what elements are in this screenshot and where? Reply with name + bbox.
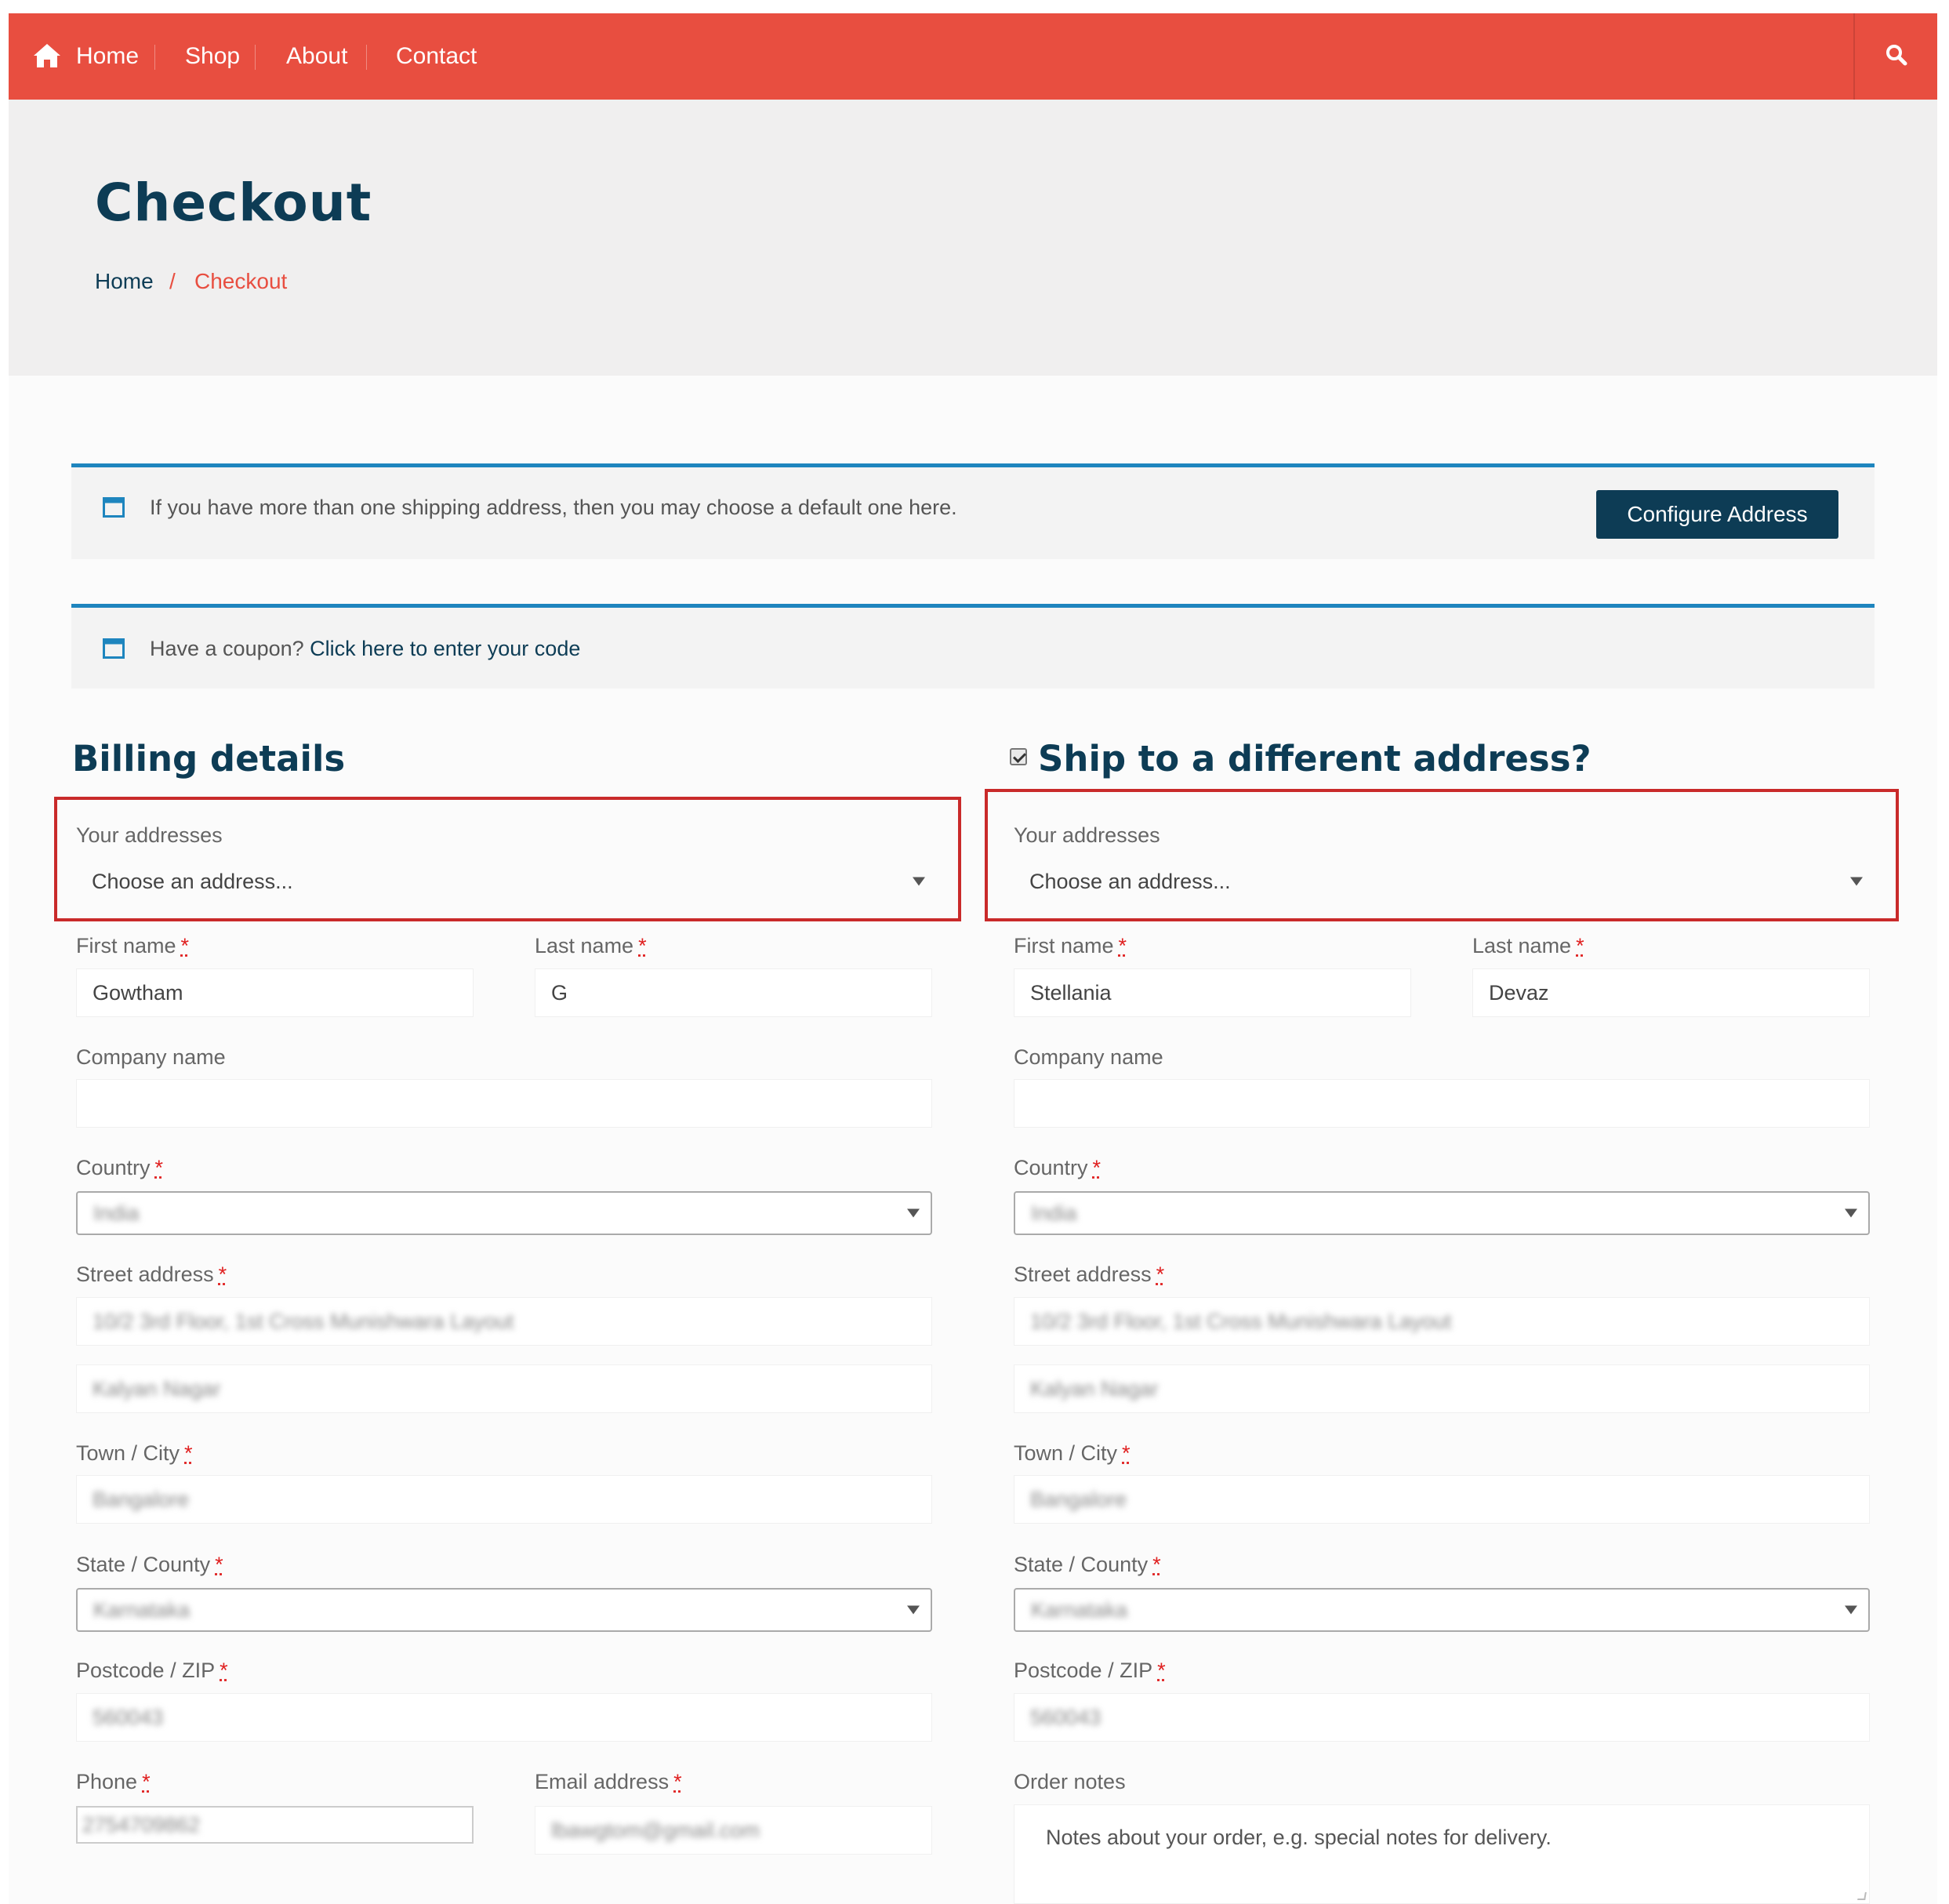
- billing-company-field[interactable]: [76, 1079, 932, 1128]
- shipping-city-field[interactable]: Bangalore: [1014, 1475, 1870, 1524]
- billing-state-select[interactable]: Karnataka: [76, 1588, 932, 1632]
- billing-street-2-field[interactable]: Kalyan Nagar: [76, 1364, 932, 1413]
- shipping-country-select[interactable]: India: [1014, 1191, 1870, 1235]
- coupon-notice-text: Have a coupon? Click here to enter your …: [150, 637, 580, 661]
- shipping-postcode-field[interactable]: 560043: [1014, 1693, 1870, 1742]
- breadcrumb-current: Checkout: [194, 269, 288, 293]
- nav-contact[interactable]: Contact: [396, 13, 477, 100]
- nav-divider: [366, 45, 367, 70]
- billing-company-label: Company name: [76, 1045, 226, 1069]
- chevron-down-icon: [1845, 1605, 1857, 1615]
- shipping-first-name-field[interactable]: Stellania: [1014, 968, 1411, 1017]
- billing-last-name-field[interactable]: G: [535, 968, 932, 1017]
- shipping-first-name-label: First name *: [1014, 934, 1127, 957]
- shipping-last-name-field[interactable]: Devaz: [1472, 968, 1870, 1017]
- billing-street-1-field[interactable]: 10/2 3rd Floor, 1st Cross Munishwara Lay…: [76, 1297, 932, 1346]
- shipping-street-label: Street address *: [1014, 1263, 1165, 1286]
- chevron-down-icon: [1845, 1208, 1857, 1218]
- billing-city-label: Town / City *: [76, 1441, 193, 1465]
- window-icon: [103, 638, 125, 659]
- billing-address-select[interactable]: Choose an address...: [76, 857, 936, 906]
- address-notice-text: If you have more than one shipping addre…: [150, 496, 957, 519]
- billing-email-label: Email address *: [535, 1770, 682, 1793]
- shipping-postcode-label: Postcode / ZIP *: [1014, 1659, 1166, 1682]
- shipping-company-label: Company name: [1014, 1045, 1163, 1069]
- billing-last-name-label: Last name *: [535, 934, 647, 957]
- billing-state-label: State / County *: [76, 1553, 223, 1576]
- order-notes-textarea[interactable]: Notes about your order, e.g. special not…: [1014, 1804, 1870, 1904]
- shipping-title: Ship to a different address?: [1038, 738, 1592, 779]
- billing-country-label: Country *: [76, 1156, 164, 1179]
- billing-city-field[interactable]: Bangalore: [76, 1475, 932, 1524]
- shipping-state-select[interactable]: Karnataka: [1014, 1588, 1870, 1632]
- chevron-down-icon: [913, 877, 925, 886]
- billing-postcode-label: Postcode / ZIP *: [76, 1659, 228, 1682]
- chevron-down-icon: [907, 1605, 920, 1615]
- nav-about[interactable]: About: [286, 13, 347, 100]
- billing-postcode-field[interactable]: 560043: [76, 1693, 932, 1742]
- billing-title: Billing details: [72, 738, 346, 779]
- shipping-company-field[interactable]: [1014, 1079, 1870, 1128]
- search-icon: [1886, 45, 1907, 66]
- search-button[interactable]: [1853, 13, 1937, 100]
- ship-different-checkbox[interactable]: [1010, 748, 1027, 765]
- coupon-question: Have a coupon?: [150, 637, 304, 660]
- coupon-notice: Have a coupon? Click here to enter your …: [71, 604, 1875, 689]
- billing-first-name-field[interactable]: Gowtham: [76, 968, 474, 1017]
- page-title: Checkout: [95, 173, 372, 233]
- address-notice: If you have more than one shipping addre…: [71, 463, 1875, 559]
- billing-address-select-value: Choose an address...: [92, 869, 293, 893]
- page-header: Checkout Home / Checkout: [9, 100, 1937, 376]
- order-notes-label: Order notes: [1014, 1770, 1126, 1793]
- shipping-street-1-field[interactable]: 10/2 3rd Floor, 1st Cross Munishwara Lay…: [1014, 1297, 1870, 1346]
- home-icon[interactable]: [32, 42, 62, 70]
- breadcrumb-separator: /: [169, 269, 176, 293]
- configure-address-button[interactable]: Configure Address: [1596, 490, 1838, 539]
- chevron-down-icon: [1850, 877, 1863, 886]
- billing-addresses-label: Your addresses: [76, 823, 223, 847]
- chevron-down-icon: [907, 1208, 920, 1218]
- shipping-street-2-field[interactable]: Kalyan Nagar: [1014, 1364, 1870, 1413]
- nav-shop[interactable]: Shop: [185, 13, 240, 100]
- billing-phone-label: Phone *: [76, 1770, 151, 1793]
- resize-handle-icon[interactable]: [1857, 1892, 1867, 1900]
- nav-divider: [255, 45, 256, 70]
- shipping-last-name-label: Last name *: [1472, 934, 1584, 957]
- shipping-country-label: Country *: [1014, 1156, 1102, 1179]
- nav-divider: [154, 45, 155, 70]
- top-navbar: Home Shop About Contact: [9, 13, 1937, 100]
- nav-home[interactable]: Home: [76, 13, 139, 100]
- breadcrumb-home[interactable]: Home: [95, 269, 154, 294]
- billing-street-label: Street address *: [76, 1263, 227, 1286]
- billing-first-name-label: First name *: [76, 934, 190, 957]
- shipping-state-label: State / County *: [1014, 1553, 1161, 1576]
- billing-email-field[interactable]: lbawgtom@gmail.com: [535, 1806, 932, 1855]
- coupon-link[interactable]: Click here to enter your code: [310, 637, 580, 660]
- shipping-addresses-label: Your addresses: [1014, 823, 1160, 847]
- shipping-address-select[interactable]: Choose an address...: [1014, 857, 1874, 906]
- billing-phone-field[interactable]: 2754709862: [76, 1806, 474, 1844]
- billing-country-select[interactable]: India: [76, 1191, 932, 1235]
- shipping-address-select-value: Choose an address...: [1029, 869, 1231, 893]
- window-icon: [103, 497, 125, 518]
- shipping-city-label: Town / City *: [1014, 1441, 1131, 1465]
- page: Home Shop About Contact Checkout Home / …: [9, 13, 1937, 1904]
